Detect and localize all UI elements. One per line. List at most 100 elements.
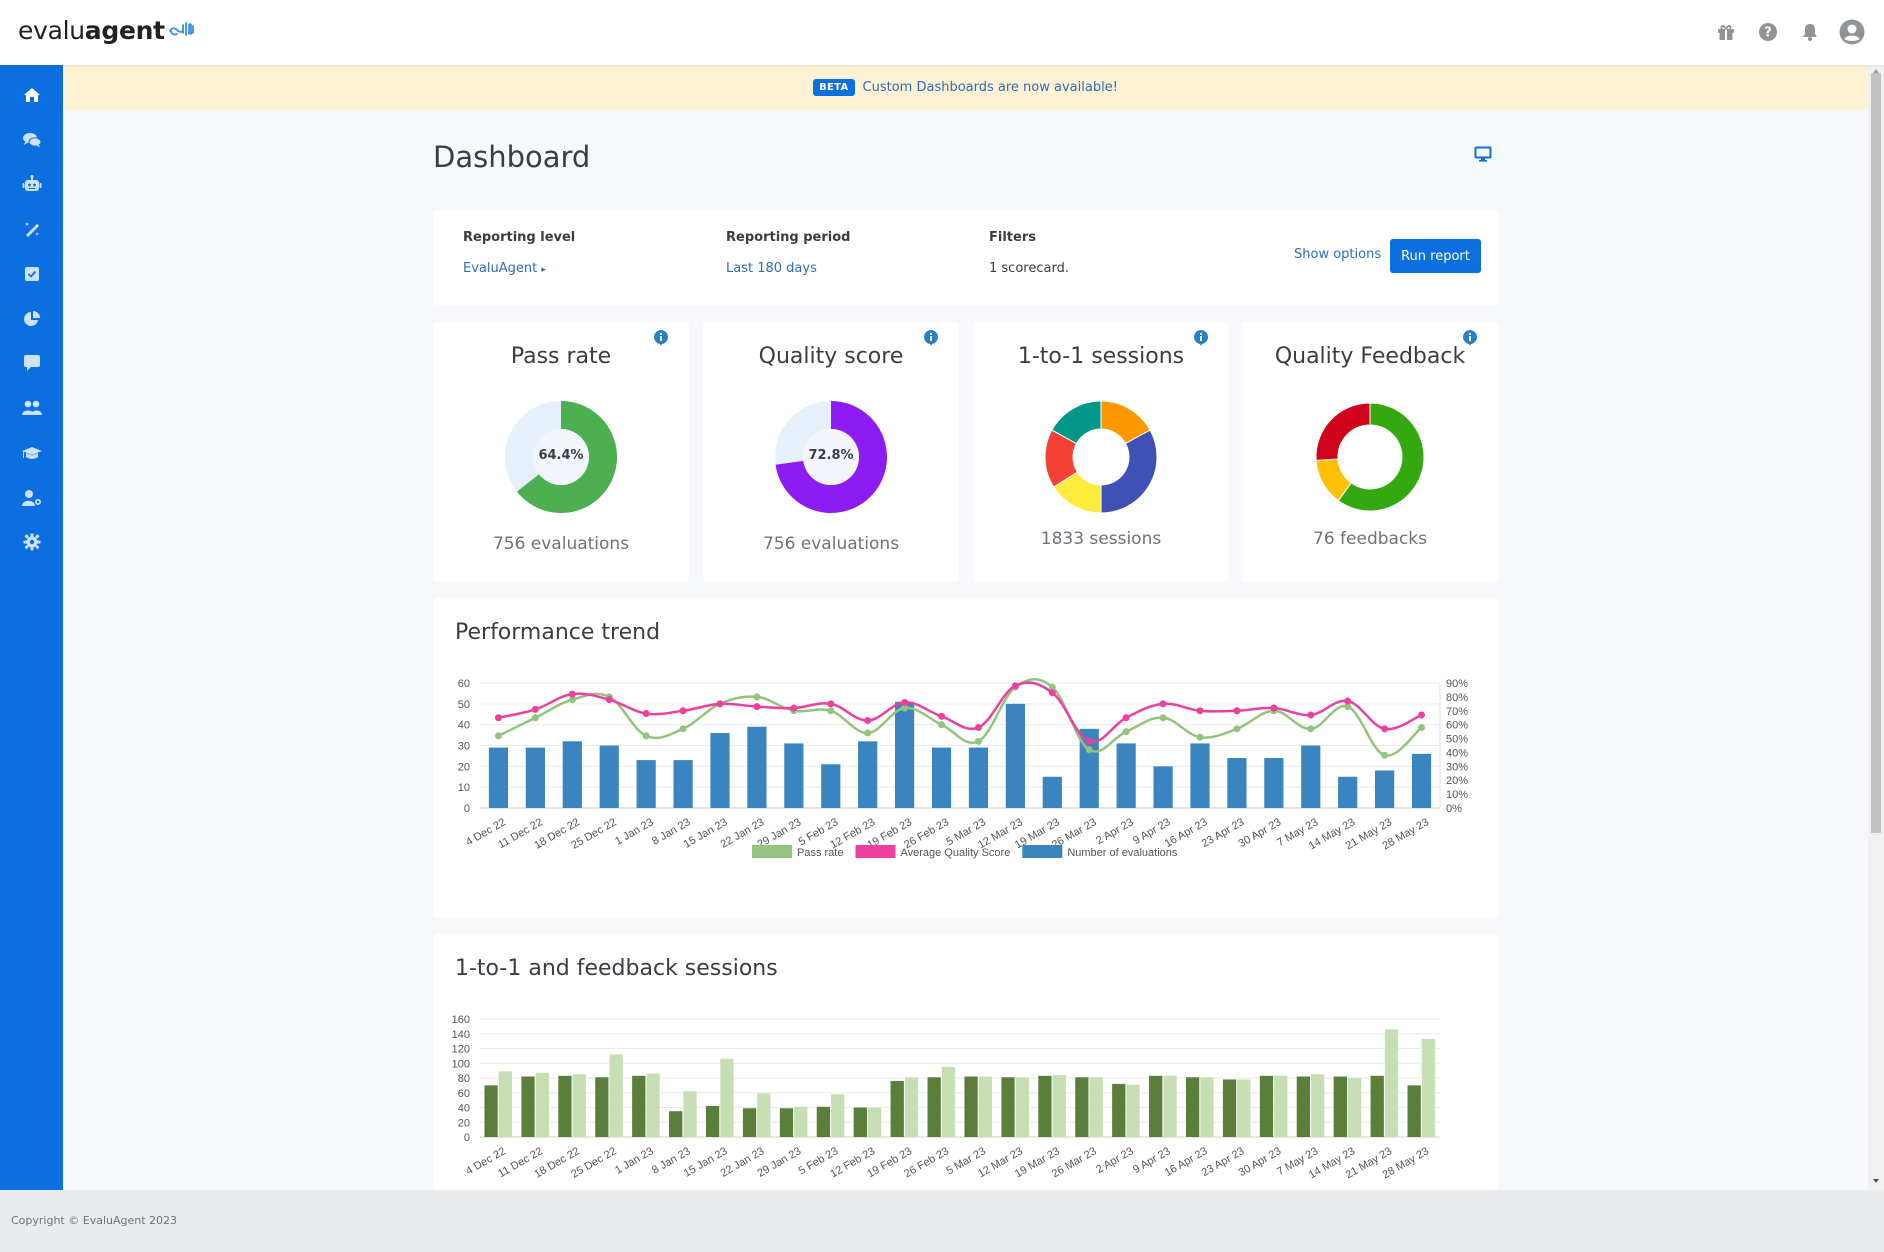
info-icon[interactable] [923,329,939,351]
evaluations-bar [1190,743,1210,808]
sidebar-item-learning[interactable] [0,435,63,475]
filters-value: 1 scorecard. [989,261,1069,276]
reporting-level-dropdown[interactable]: EvaluAgent ▸ [463,261,575,276]
info-icon[interactable] [1193,329,1209,351]
banner-link[interactable]: Custom Dashboards are now available! [863,80,1118,95]
kpi-card-quality-feedback: Quality Feedback 76 feedbacks [1242,322,1498,582]
sidebar-item-conversations[interactable] [0,122,63,162]
y-tick-label-left: 10 [458,782,470,794]
magic-wand-icon [23,220,41,242]
kpi-card-quality-score: Quality score 72.8% 756 evaluations [703,322,959,582]
performance-trend-chart: 0 10 20 30 40 50 60 0% 10% 20% 30% 40%50% 60% 70% 80% 9… [458,678,1468,859]
average-quality-score-point [1381,725,1389,733]
y-tick-label-right: 40% [1446,747,1468,759]
one-to-one-bar [521,1076,535,1137]
show-options-link[interactable]: Show options [1294,247,1381,262]
feedback-bar [1089,1077,1103,1137]
comment-icon [23,354,41,376]
help-icon[interactable]: ? [1754,18,1782,46]
average-quality-score-point [531,705,539,713]
sidebar-item-bots[interactable] [0,166,63,206]
run-report-button[interactable]: Run report [1390,239,1481,273]
users-icon [21,400,43,420]
report-filters-card: Reporting level EvaluAgent ▸ Reporting p… [433,210,1498,305]
performance-trend-card: Performance trend 0 10 20 30 40 50 60 0% 10% 20% 3… [433,598,1498,918]
evaluations-bar [1227,758,1247,808]
feedback-bar [1274,1075,1288,1137]
evaluations-bar [968,747,989,808]
scrollbar-thumb[interactable] [1871,73,1881,833]
sidebar-item-magic[interactable] [0,211,63,251]
feedback-bar [720,1058,734,1137]
x-tick-label: 1 Jan 23 [613,1145,656,1176]
one-to-one-bar [484,1085,498,1137]
feedback-bar [904,1077,919,1137]
legend-swatch [855,845,896,858]
one-to-one-bar [890,1080,904,1137]
one-to-one-bar [1001,1077,1015,1137]
logo[interactable]: evalu agent [18,16,197,45]
feedback-bar [609,1054,623,1137]
sidebar-item-reports[interactable] [0,301,63,341]
kpi-card-1to1-sessions: 1-to-1 sessions 1833 sessions [973,322,1229,582]
average-quality-score-point [1233,707,1241,715]
pie-chart-icon [23,310,41,332]
average-quality-score-point [790,704,798,712]
feedback-bar [978,1076,993,1137]
average-quality-score-point [1122,714,1130,722]
y-tick-label-right: 90% [1446,678,1468,690]
y-tick-label-left: 50 [458,699,470,711]
pass-rate-point [864,729,872,737]
evaluations-bar [599,745,619,808]
sidebar-item-feedback[interactable] [0,345,63,385]
feedback-bar [1347,1078,1362,1137]
evaluations-bar [1116,743,1136,808]
x-tick-label: 30 Apr 23 [1237,816,1284,850]
evaluations-bar [562,741,582,808]
info-icon[interactable] [653,329,669,351]
legend-swatch [1022,845,1063,858]
average-quality-score-point [716,700,724,708]
evaluations-bar [710,733,730,808]
sidebar-item-home[interactable] [0,77,63,117]
sessions-count: 1833 sessions [1040,529,1162,549]
evaluations-bar [1301,745,1321,808]
x-tick-label: 30 Apr 23 [1237,1145,1284,1179]
y-tick-label: 80 [458,1073,470,1085]
info-icon[interactable] [1462,329,1478,351]
one-to-one-bar [853,1107,867,1137]
one-to-one-bar [964,1076,978,1137]
bell-icon[interactable] [1796,18,1824,46]
home-icon [23,87,41,107]
one-to-one-bar [1370,1075,1384,1137]
average-quality-score-point [1418,711,1426,719]
sidebar-item-user-settings[interactable] [0,480,63,520]
average-quality-score-point [753,703,761,711]
pass-rate-point [1159,714,1167,722]
one-to-one-bar [816,1106,831,1137]
feedback-bar [867,1107,882,1137]
pass-rate-point [1307,725,1315,733]
one-to-one-bar [669,1111,683,1137]
sidebar-item-tasks[interactable] [0,256,63,296]
quality-score-count: 756 evaluations [762,534,900,554]
evaluations-bar [1411,753,1432,808]
feedback-bar [757,1093,771,1137]
pass-rate-point [679,725,687,733]
legend-swatch [752,845,792,858]
chat-bubbles-icon [22,132,42,152]
y-tick-label: 40 [458,1103,470,1115]
caret-right-icon: ▸ [541,265,546,275]
user-avatar-icon[interactable] [1838,18,1866,46]
scroll-down-arrow-icon[interactable] [1872,1178,1880,1184]
feedback-bar [683,1091,697,1137]
evaluations-bar [821,764,841,808]
monitor-icon[interactable] [1474,146,1492,166]
sidebar-item-settings[interactable] [0,524,63,564]
feedback-bar [1052,1075,1066,1137]
sidebar-item-teams[interactable] [0,390,63,430]
y-tick-label: 60 [458,1088,470,1100]
vertical-scrollbar[interactable] [1868,65,1884,1190]
gift-icon[interactable] [1712,18,1740,46]
reporting-period-link[interactable]: Last 180 days [726,261,850,276]
